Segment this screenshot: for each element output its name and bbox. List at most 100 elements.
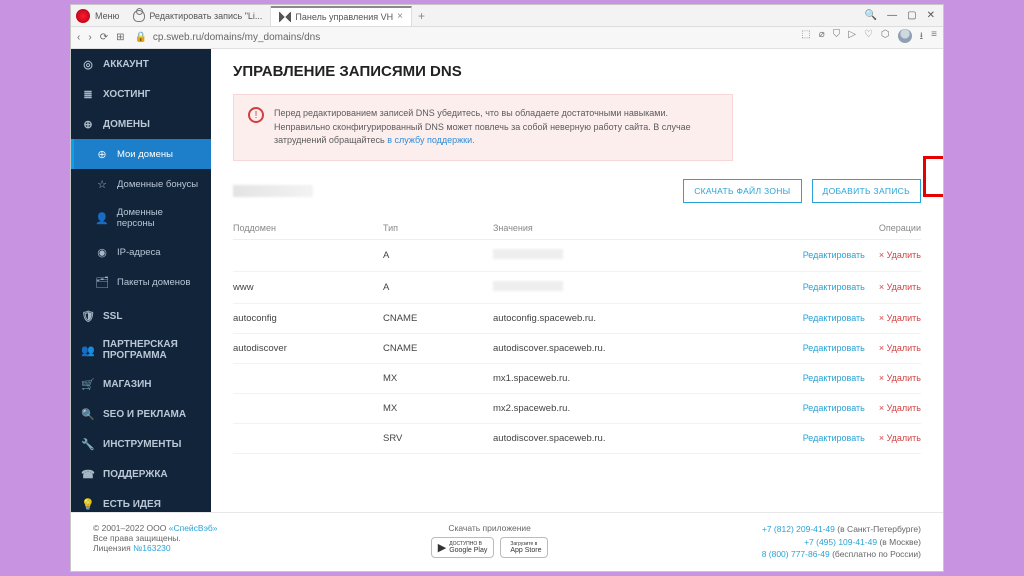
- close-button[interactable]: ✕: [927, 10, 935, 21]
- delete-link[interactable]: Удалить: [879, 313, 921, 323]
- nav-back[interactable]: ‹: [77, 32, 80, 43]
- highlight-box: [923, 156, 943, 197]
- company-link[interactable]: «СпейсВэб»: [169, 523, 218, 533]
- sidebar-label: АККАУНТ: [103, 59, 149, 70]
- maximize-button[interactable]: ▢: [907, 10, 916, 21]
- opera-logo-icon: [76, 9, 90, 23]
- sidebar-icon: ⊕: [81, 117, 95, 131]
- google-play-badge[interactable]: ▶ДОСТУПНО ВGoogle Play: [431, 537, 495, 558]
- download-app-label: Скачать приложение: [448, 523, 531, 533]
- sidebar: ◎АККАУНТ≣ХОСТИНГ⊕ДОМЕНЫ⊕Мои домены☆Домен…: [71, 49, 211, 512]
- col-value: Значения: [493, 223, 713, 233]
- table-row: wwwAРедактироватьУдалить: [233, 272, 921, 304]
- delete-link[interactable]: Удалить: [879, 403, 921, 413]
- sidebar-icon: 💡: [81, 497, 95, 511]
- sidebar-label: IP-адреса: [117, 247, 161, 258]
- sidebar-icon: ≣: [81, 87, 95, 101]
- edit-link[interactable]: Редактировать: [803, 250, 865, 260]
- sidebar-icon: 🔍: [81, 407, 95, 421]
- col-type: Тип: [383, 223, 493, 233]
- sidebar-item-2[interactable]: ⊕ ДОМЕНЫ: [71, 109, 211, 139]
- sidebar-label: ИНСТРУМЕНТЫ: [103, 439, 181, 450]
- download-zone-button[interactable]: СКАЧАТЬ ФАЙЛ ЗОНЫ: [683, 179, 801, 203]
- table-row: autodiscoverCNAMEautodiscover.spaceweb.r…: [233, 334, 921, 364]
- sidebar-icon: ◎: [81, 57, 95, 71]
- reload-icon[interactable]: ⟳: [100, 32, 108, 43]
- download-icon[interactable]: ⭳: [920, 29, 924, 46]
- table-row: MXmx2.spaceweb.ru.РедактироватьУдалить: [233, 394, 921, 424]
- page-title: УПРАВЛЕНИЕ ЗАПИСЯМИ DNS: [233, 63, 921, 80]
- delete-link[interactable]: Удалить: [879, 250, 921, 260]
- ext-icon[interactable]: ⬚: [801, 29, 810, 46]
- app-store-badge[interactable]: Загрузите вApp Store: [500, 537, 548, 558]
- sidebar-item-7[interactable]: 🗂 Пакеты доменов: [71, 267, 211, 297]
- cube-icon[interactable]: ⬡: [881, 29, 890, 46]
- sidebar-item-8[interactable]: 🛡 SSL: [71, 301, 211, 331]
- sidebar-label: Доменные персоны: [117, 207, 201, 229]
- opera-menu[interactable]: [73, 6, 93, 26]
- tab-panel-vh[interactable]: Панель управления VH ×: [271, 6, 412, 26]
- edit-link[interactable]: Редактировать: [803, 403, 865, 413]
- sidebar-icon: 🛡: [81, 309, 95, 323]
- delete-link[interactable]: Удалить: [879, 433, 921, 443]
- menu-label[interactable]: Меню: [95, 11, 119, 21]
- edit-link[interactable]: Редактировать: [803, 343, 865, 353]
- sidebar-item-11[interactable]: 🔍 SEO И РЕКЛАМА: [71, 399, 211, 429]
- edit-link[interactable]: Редактировать: [803, 282, 865, 292]
- sidebar-label: МАГАЗИН: [103, 379, 152, 390]
- apps-icon[interactable]: ⊞: [116, 32, 124, 43]
- heart-icon[interactable]: ♡: [864, 29, 873, 46]
- sidebar-label: SEO И РЕКЛАМА: [103, 409, 186, 420]
- sidebar-icon: ⊕: [95, 147, 109, 161]
- add-record-button[interactable]: ДОБАВИТЬ ЗАПИСЬ: [812, 179, 921, 203]
- sidebar-label: Пакеты доменов: [117, 277, 190, 288]
- sidebar-icon: 👥: [81, 343, 95, 357]
- col-ops: Операции: [713, 223, 921, 233]
- sidebar-item-9[interactable]: 👥ПАРТНЕРСКАЯ ПРОГРАММА: [71, 331, 211, 369]
- edit-link[interactable]: Редактировать: [803, 313, 865, 323]
- table-row: SRVautodiscover.spaceweb.ru.Редактироват…: [233, 424, 921, 454]
- sidebar-icon: ☆: [95, 177, 109, 191]
- sweb-icon: [279, 11, 291, 23]
- search-icon[interactable]: 🔍: [865, 10, 877, 21]
- sidebar-icon: 🗂: [95, 275, 109, 289]
- nav-forward[interactable]: ›: [88, 32, 91, 43]
- sidebar-label: ДОМЕНЫ: [103, 119, 150, 130]
- sidebar-item-12[interactable]: 🔧ИНСТРУМЕНТЫ: [71, 429, 211, 459]
- minimize-button[interactable]: —: [887, 10, 897, 21]
- footer-phones: +7 (812) 209-41-49 (в Санкт-Петербурге) …: [762, 523, 921, 561]
- sidebar-item-6[interactable]: ◉IP-адреса: [71, 237, 211, 267]
- person-icon: [133, 10, 145, 22]
- col-subdomain: Поддомен: [233, 223, 383, 233]
- domain-name: [233, 185, 313, 197]
- sidebar-label: SSL: [103, 311, 122, 322]
- alert-icon: !: [248, 107, 264, 123]
- tab-edit-record[interactable]: Редактировать запись "Li...: [125, 6, 271, 26]
- sidebar-item-5[interactable]: 👤Доменные персоны: [71, 199, 211, 237]
- sidebar-item-1[interactable]: ≣ ХОСТИНГ: [71, 79, 211, 109]
- edit-link[interactable]: Редактировать: [803, 433, 865, 443]
- support-link[interactable]: в службу поддержки.: [387, 135, 474, 145]
- sidebar-item-0[interactable]: ◎ АККАУНТ: [71, 49, 211, 79]
- camera-icon[interactable]: ⌀: [819, 29, 825, 46]
- delete-link[interactable]: Удалить: [879, 282, 921, 292]
- table-row: autoconfigCNAMEautoconfig.spaceweb.ru.Ре…: [233, 304, 921, 334]
- address-bar[interactable]: cp.sweb.ru/domains/my_domains/dns: [153, 32, 801, 43]
- close-icon[interactable]: ×: [397, 11, 403, 22]
- sidebar-item-4[interactable]: ☆Доменные бонусы: [71, 169, 211, 199]
- avatar[interactable]: [898, 29, 912, 43]
- sidebar-item-13[interactable]: ☎ПОДДЕРЖКА: [71, 459, 211, 489]
- sidebar-item-14[interactable]: 💡ЕСТЬ ИДЕЯ: [71, 489, 211, 512]
- sidebar-label: ХОСТИНГ: [103, 89, 150, 100]
- play-icon[interactable]: ▷: [848, 29, 856, 46]
- more-icon[interactable]: ≡: [931, 29, 937, 46]
- shield-icon[interactable]: ⛉: [833, 29, 841, 46]
- delete-link[interactable]: Удалить: [879, 373, 921, 383]
- sidebar-item-10[interactable]: 🛒МАГАЗИН: [71, 369, 211, 399]
- license-link[interactable]: №163230: [133, 543, 170, 553]
- edit-link[interactable]: Редактировать: [803, 373, 865, 383]
- delete-link[interactable]: Удалить: [879, 343, 921, 353]
- sidebar-icon: ☎: [81, 467, 95, 481]
- sidebar-item-3[interactable]: ⊕Мои домены: [71, 139, 211, 169]
- new-tab-button[interactable]: +: [418, 9, 425, 23]
